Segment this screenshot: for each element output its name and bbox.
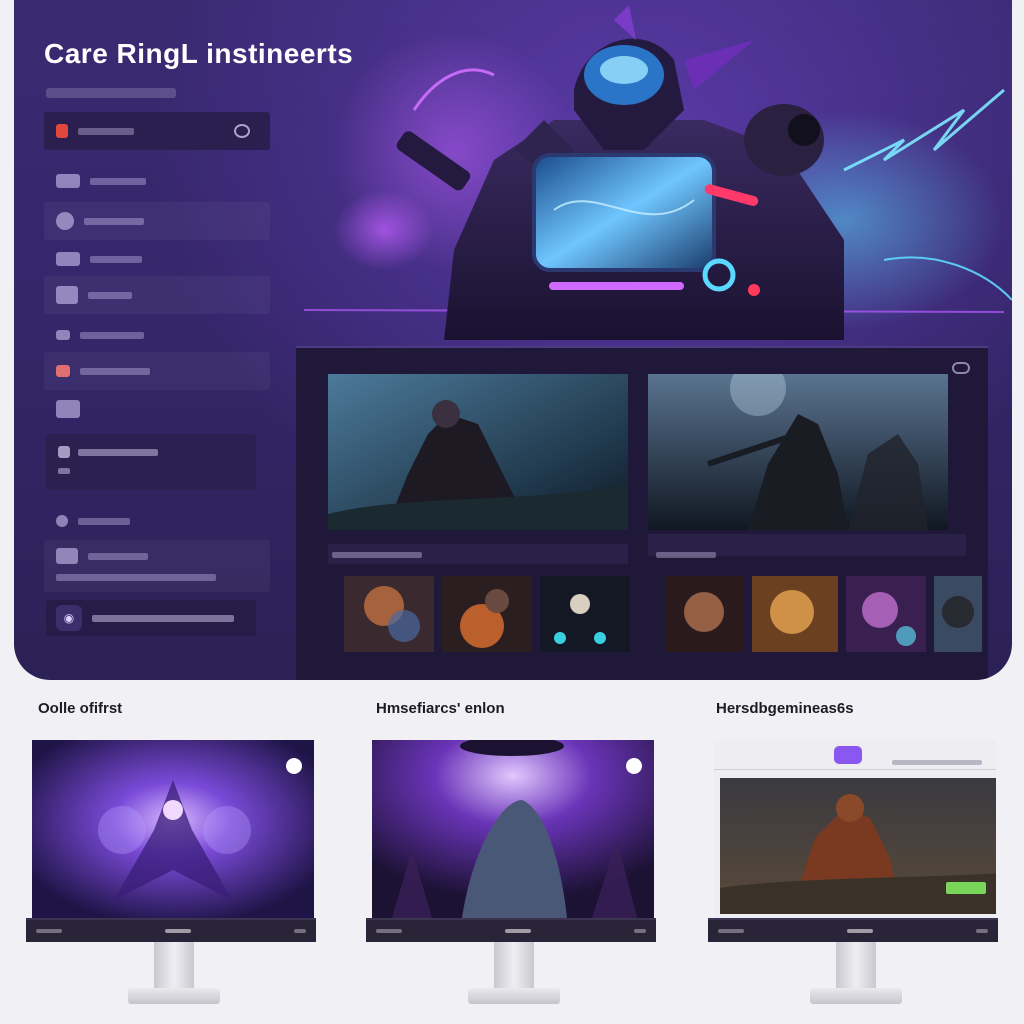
sidebar-item-profile[interactable] <box>44 540 270 592</box>
media-panel <box>296 346 988 680</box>
controller-icon <box>56 400 80 418</box>
card-label <box>78 448 158 456</box>
more-icon[interactable] <box>952 362 970 374</box>
sidebar-item-label <box>88 291 132 299</box>
record-indicator-icon <box>286 758 302 774</box>
video-card-1[interactable] <box>328 374 628 530</box>
gamepad-icon <box>56 174 80 188</box>
sidebar-item-3[interactable] <box>44 202 270 240</box>
alert-icon <box>56 365 70 377</box>
globe-icon <box>56 212 74 230</box>
monitor-screen[interactable] <box>32 740 314 918</box>
sidebar-item-label <box>90 255 142 263</box>
video-card-2[interactable] <box>648 374 948 530</box>
video-title <box>332 552 422 558</box>
thumbnail[interactable] <box>934 576 982 652</box>
refresh-icon[interactable] <box>234 124 250 138</box>
sidebar-item-8[interactable] <box>44 390 270 428</box>
store-icon <box>56 286 78 304</box>
settings-icon <box>56 515 68 527</box>
showcase-label-2: Hmsefiarcs' enlon <box>376 700 505 717</box>
thumbnail[interactable] <box>666 576 744 652</box>
sidebar-item-2[interactable] <box>44 162 270 200</box>
monitor-3 <box>708 740 998 1014</box>
monitor-base <box>128 988 220 1004</box>
thumbnail-row <box>666 576 982 652</box>
thumbnail[interactable] <box>752 576 838 652</box>
sidebar-item-6[interactable] <box>44 316 270 354</box>
thumbnail[interactable] <box>846 576 926 652</box>
profile-icon <box>58 446 70 458</box>
sidebar-item-1[interactable] <box>44 112 270 150</box>
sidebar-item-label <box>88 552 148 560</box>
sidebar-item-7[interactable] <box>44 352 270 390</box>
monitor-base <box>468 988 560 1004</box>
sidebar-item-label <box>84 217 144 225</box>
monitor-stand <box>154 942 194 990</box>
sidebar-item-settings[interactable] <box>44 502 270 540</box>
showcase-label-1: Oolle ofifrst <box>38 700 123 717</box>
monitor-stand <box>836 942 876 990</box>
sidebar-item-label <box>80 331 144 339</box>
thumbnail[interactable] <box>540 576 630 652</box>
app-icon[interactable] <box>834 746 862 764</box>
monitor-screen[interactable] <box>372 740 654 918</box>
library-icon <box>56 252 80 266</box>
card-sub <box>58 468 70 474</box>
browser-toolbar <box>714 740 996 770</box>
thumbnail[interactable] <box>442 576 532 652</box>
monitor-stand <box>494 942 534 990</box>
sidebar-item-label <box>90 177 146 185</box>
user-icon <box>56 548 78 564</box>
sidebar-item-label <box>78 127 134 135</box>
monitor-2 <box>366 740 656 1014</box>
sidebar-item-label <box>80 367 150 375</box>
sidebar-item-5[interactable] <box>44 276 270 314</box>
thumbnail-row <box>344 576 630 652</box>
showcase-label-3: Hersdbgemineas6s <box>716 700 854 717</box>
controller-icon: ◉ <box>56 605 82 631</box>
sidebar-highlight-card[interactable] <box>46 434 256 490</box>
hero-subtitle <box>46 88 176 98</box>
footer-label <box>92 614 234 622</box>
monitor-bezel <box>26 918 316 942</box>
sidebar-footer[interactable]: ◉ <box>46 600 256 636</box>
monitor-bezel <box>708 918 998 942</box>
monitor-screen[interactable] <box>714 740 996 918</box>
address-bar[interactable] <box>892 760 982 765</box>
video-thumbnail <box>648 374 948 530</box>
sidebar-item-4[interactable] <box>44 240 270 278</box>
hero-artwork <box>303 5 1012 340</box>
monitor-1 <box>26 740 316 1014</box>
record-indicator-icon <box>626 758 642 774</box>
chat-icon <box>56 330 70 340</box>
thumbnail[interactable] <box>344 576 434 652</box>
hero-panel: Care RingL instineerts ◉ <box>14 0 1012 680</box>
record-icon <box>56 124 68 138</box>
video-thumbnail <box>328 374 628 530</box>
video-title <box>656 552 716 558</box>
status-badge <box>946 882 986 894</box>
sidebar-item-sub <box>56 574 216 581</box>
monitor-base <box>810 988 902 1004</box>
sidebar: ◉ <box>44 112 270 652</box>
monitor-bezel <box>366 918 656 942</box>
sidebar-item-label <box>78 517 130 525</box>
